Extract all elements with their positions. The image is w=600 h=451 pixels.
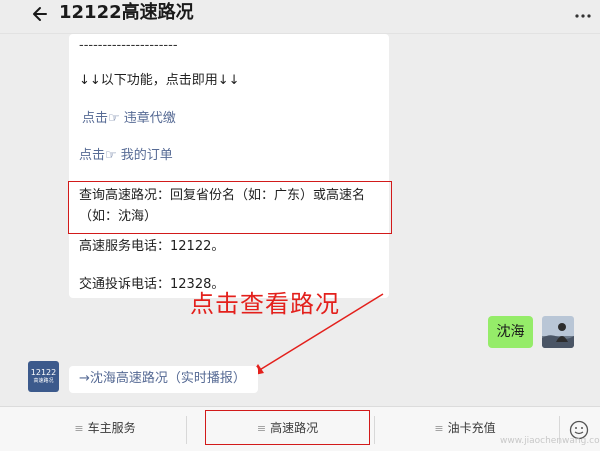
- menu-item-owner-service[interactable]: ≡ 车主服务: [30, 406, 180, 451]
- link-violation-payment[interactable]: 点击☞ 违章代缴: [82, 110, 176, 128]
- bot-avatar-number: 12122: [30, 368, 57, 377]
- highlight-box-query-tip: [68, 181, 392, 234]
- message-divider: ---------------------: [79, 38, 178, 53]
- arrow-left-icon[interactable]: [31, 4, 51, 24]
- menu-item-label: 车主服务: [87, 421, 136, 435]
- ellipsis-icon[interactable]: [574, 13, 592, 19]
- highlight-box-traffic-menu: [205, 410, 370, 445]
- link-my-orders[interactable]: 点击☞ 我的订单: [79, 147, 173, 165]
- menu-list-icon: ≡: [434, 422, 444, 435]
- bot-avatar[interactable]: 12122 高速路况: [28, 361, 59, 392]
- menu-divider: [374, 416, 375, 444]
- link-realtime-traffic[interactable]: →沈海高速路况（实时播报）: [79, 369, 246, 389]
- menu-list-icon: ≡: [74, 422, 84, 435]
- user-avatar[interactable]: [542, 316, 574, 348]
- page-title: 12122高速路况: [59, 2, 194, 23]
- menu-item-label: 油卡充值: [447, 421, 496, 435]
- bot-avatar-caption: 高速路况: [33, 378, 54, 384]
- user-message-bubble: 沈海: [488, 316, 533, 348]
- message-service-phone: 高速服务电话：12122。: [79, 239, 225, 254]
- annotation-text: 点击查看路况: [190, 290, 340, 318]
- message-intro: ↓↓以下功能，点击即用↓↓: [79, 73, 240, 88]
- menu-divider: [186, 416, 187, 444]
- watermark-text: www.jiaochenwang.com: [500, 436, 600, 446]
